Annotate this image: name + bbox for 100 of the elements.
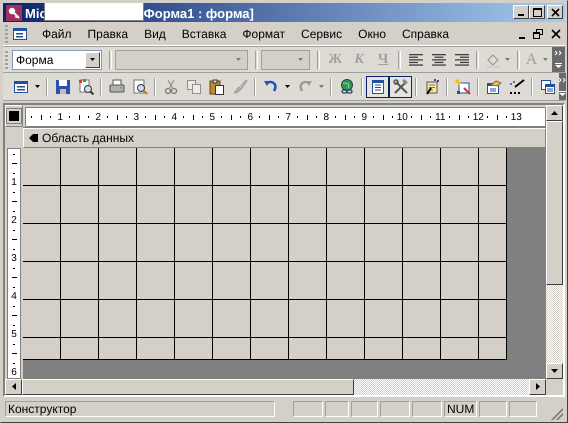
windows-icon <box>540 78 556 95</box>
maximize-button[interactable] <box>529 5 545 19</box>
window-title: Форма1 : форма] <box>144 6 254 21</box>
ruler-number: 1 <box>11 177 17 188</box>
maximize-icon <box>532 8 542 16</box>
caret-icon <box>284 84 291 90</box>
caret-icon <box>318 84 325 90</box>
wand-icon <box>508 78 524 95</box>
status-panel <box>380 401 410 418</box>
up-arrow-icon <box>551 111 558 116</box>
ruler-number: 1 <box>57 112 64 123</box>
view-icon <box>12 78 28 95</box>
menu-item[interactable]: Справка <box>394 25 458 44</box>
caret-icon <box>504 57 511 62</box>
close-button[interactable] <box>547 5 563 19</box>
align-right-icon <box>454 52 470 68</box>
scroll-left-button[interactable] <box>5 378 22 395</box>
ruler-number: 3 <box>11 253 17 264</box>
caret-icon <box>89 57 96 62</box>
scroll-thumb[interactable] <box>546 121 563 286</box>
status-panel <box>479 401 508 418</box>
toolbar-options-button[interactable] <box>552 46 565 72</box>
scissors-icon <box>162 78 178 95</box>
ruler-number: 12 <box>472 112 484 123</box>
preview-icon <box>132 78 148 95</box>
section-marker-icon <box>28 133 39 144</box>
copy-icon <box>186 78 202 95</box>
caret-icon <box>297 57 304 62</box>
clipboard-icon <box>208 78 224 95</box>
caret-icon <box>542 57 550 62</box>
object-combo[interactable]: Форма <box>12 50 102 70</box>
tools-button[interactable] <box>389 76 412 98</box>
status-panel <box>509 401 538 418</box>
caret-icon <box>34 84 41 90</box>
close-icon <box>550 8 560 16</box>
horizontal-scrollbar[interactable] <box>5 378 546 395</box>
ruler-number: 9 <box>361 112 368 123</box>
properties-button[interactable] <box>366 76 389 98</box>
globe-icon <box>338 78 354 95</box>
ruler-number: 6 <box>247 112 254 123</box>
scroll-thumb[interactable] <box>22 378 354 395</box>
caret-icon <box>555 63 562 68</box>
scroll-right-button[interactable] <box>529 378 546 395</box>
ruler-number: 5 <box>209 112 216 123</box>
minimize-icon <box>518 14 524 16</box>
ruler-number: 3 <box>133 112 140 123</box>
status-text: Конструктор <box>5 401 275 418</box>
ruler-number: 10 <box>396 112 408 123</box>
print-icon <box>108 78 124 95</box>
status-panel <box>293 401 323 418</box>
section-title: Область данных <box>42 131 134 146</box>
vertical-scrollbar[interactable] <box>546 105 563 379</box>
status-panel <box>325 401 349 418</box>
menu-item[interactable]: Вид <box>136 25 174 44</box>
menu-item[interactable]: Формат <box>234 25 294 44</box>
chevron-icon <box>559 78 566 83</box>
menu-item[interactable]: Сервис <box>293 25 350 44</box>
toolbar-options-button[interactable] <box>559 73 566 100</box>
ruler-number: 11 <box>435 112 446 123</box>
minimize-button[interactable] <box>513 5 529 19</box>
menu-item[interactable]: Окно <box>350 25 394 44</box>
tools-icon <box>392 78 408 95</box>
properties-icon <box>370 78 386 95</box>
scrollbar-corner <box>546 378 563 395</box>
down-arrow-icon <box>551 368 558 373</box>
app-key-icon <box>6 5 22 21</box>
paint-bucket-icon <box>485 52 501 68</box>
menu-item[interactable]: Вставка <box>174 25 234 44</box>
status-panel <box>412 401 442 418</box>
form-icon <box>12 26 28 42</box>
ruler-number: 4 <box>11 291 17 302</box>
close-icon <box>551 29 561 40</box>
ruler-number: 2 <box>95 112 102 123</box>
ruler-number: 6 <box>11 367 17 378</box>
right-arrow-icon <box>536 383 540 390</box>
ruler-number: 5 <box>11 329 17 340</box>
pencil-page-icon <box>424 78 440 95</box>
menu-item[interactable]: Файл <box>34 25 80 44</box>
brush-icon <box>232 78 248 95</box>
ruler-number: 13 <box>510 112 522 123</box>
ruler-number: 7 <box>285 112 292 123</box>
ruler-number: 2 <box>11 215 17 226</box>
menu-item[interactable]: Правка <box>80 25 136 44</box>
save-icon <box>54 78 70 95</box>
caret-icon <box>234 57 242 62</box>
form-selector[interactable] <box>5 105 23 128</box>
align-left-icon <box>408 52 424 68</box>
scroll-up-button[interactable] <box>546 105 563 122</box>
caret-icon <box>559 91 566 96</box>
restore-icon <box>533 29 543 40</box>
form-hand-icon <box>486 78 502 95</box>
left-arrow-icon <box>12 383 16 390</box>
chevron-icon <box>555 50 562 56</box>
ruler-number: 4 <box>171 112 178 123</box>
scroll-down-button[interactable] <box>546 362 563 379</box>
search-icon <box>78 78 94 95</box>
ruler-number: 8 <box>323 112 330 123</box>
section-header[interactable]: Область данных <box>23 128 546 148</box>
align-center-icon <box>430 52 447 68</box>
status-indicator: NUM <box>444 401 478 418</box>
